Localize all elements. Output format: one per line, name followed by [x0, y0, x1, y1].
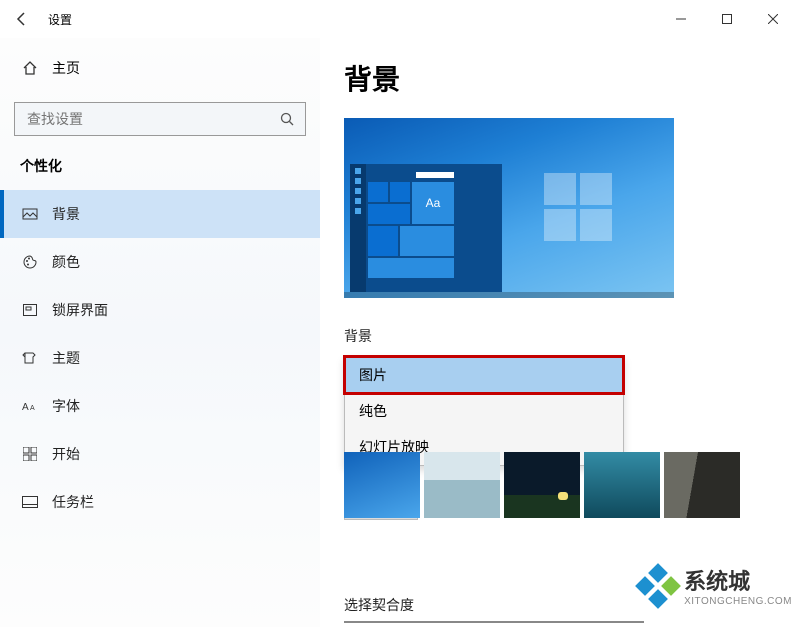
svg-text:A: A — [30, 405, 35, 412]
search-input[interactable] — [15, 111, 269, 127]
taskbar-icon — [20, 496, 40, 508]
sidebar-item-label: 开始 — [52, 444, 80, 464]
sidebar-item-label: 主题 — [52, 348, 80, 368]
watermark: 系统城 XITONGCHENG.COM — [638, 564, 792, 607]
start-icon — [20, 447, 40, 461]
window-title: 设置 — [48, 11, 72, 28]
home-link[interactable]: 主页 — [0, 48, 320, 88]
windows-logo-icon — [544, 173, 614, 243]
sidebar: 主页 个性化 背景 颜色 锁屏界面 主题 AA — [0, 38, 320, 627]
sidebar-item-colors[interactable]: 颜色 — [0, 238, 320, 286]
sidebar-item-lockscreen[interactable]: 锁屏界面 — [0, 286, 320, 334]
sidebar-item-label: 锁屏界面 — [52, 300, 108, 320]
dropdown-option-picture[interactable]: 图片 — [345, 357, 623, 393]
search-box[interactable] — [14, 102, 306, 136]
font-icon: AA — [20, 399, 40, 413]
search-icon[interactable] — [269, 111, 305, 127]
sidebar-item-label: 字体 — [52, 396, 80, 416]
minimize-button[interactable] — [658, 3, 704, 35]
maximize-button[interactable] — [704, 3, 750, 35]
background-section-label: 背景 — [344, 326, 800, 346]
background-thumbnails — [344, 452, 740, 526]
sidebar-item-background[interactable]: 背景 — [0, 190, 320, 238]
bg-thumb-3[interactable] — [504, 452, 580, 518]
fit-divider — [344, 621, 644, 623]
dropdown-option-solid[interactable]: 纯色 — [345, 393, 623, 429]
back-button[interactable] — [4, 1, 40, 37]
preview-start-menu: Aa — [350, 164, 502, 292]
content-area: 背景 Aa 背景 — [320, 38, 800, 627]
sidebar-item-label: 任务栏 — [52, 492, 94, 512]
lockscreen-icon — [20, 302, 40, 318]
palette-icon — [20, 254, 40, 270]
watermark-logo-icon — [638, 566, 678, 606]
bg-thumb-1[interactable] — [344, 452, 420, 518]
watermark-title: 系统城 — [684, 564, 792, 596]
background-type-dropdown[interactable]: 图片 纯色 幻灯片放映 — [344, 356, 624, 466]
fit-section-label: 选择契合度 — [344, 595, 414, 615]
sidebar-item-label: 颜色 — [52, 252, 80, 272]
home-icon — [20, 60, 40, 76]
sidebar-item-start[interactable]: 开始 — [0, 430, 320, 478]
bg-thumb-5[interactable] — [664, 452, 740, 518]
theme-icon — [20, 350, 40, 366]
category-title: 个性化 — [0, 156, 320, 176]
bg-thumb-2[interactable] — [424, 452, 500, 518]
sidebar-item-label: 背景 — [52, 204, 80, 224]
picture-icon — [20, 206, 40, 222]
home-label: 主页 — [52, 58, 80, 78]
watermark-url: XITONGCHENG.COM — [684, 596, 792, 607]
desktop-preview: Aa — [344, 118, 674, 298]
sidebar-item-themes[interactable]: 主题 — [0, 334, 320, 382]
svg-text:A: A — [22, 402, 29, 413]
close-button[interactable] — [750, 3, 796, 35]
sidebar-item-fonts[interactable]: AA 字体 — [0, 382, 320, 430]
bg-thumb-4[interactable] — [584, 452, 660, 518]
preview-sample-text: Aa — [412, 182, 454, 224]
sidebar-item-taskbar[interactable]: 任务栏 — [0, 478, 320, 526]
page-heading: 背景 — [344, 58, 800, 98]
